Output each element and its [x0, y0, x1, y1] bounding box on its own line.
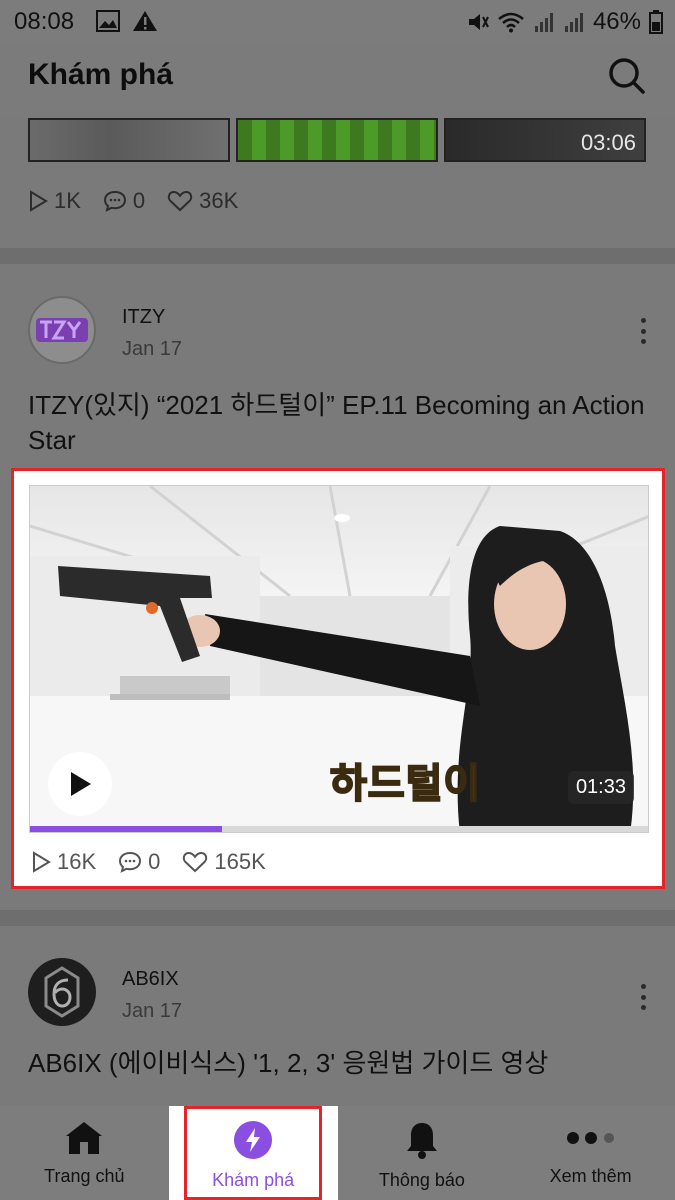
play-count: 16K: [57, 849, 97, 874]
post-card-ab6ix[interactable]: AB6IX Jan 17 AB6IX (에이비식스) '1, 2, 3' 응원법…: [0, 926, 675, 1106]
more-options-button[interactable]: [631, 980, 655, 1014]
video-stats: 16K 0 165K: [31, 849, 266, 875]
like-button[interactable]: 36K: [167, 188, 238, 214]
image-icon: [96, 10, 120, 32]
more-options-button[interactable]: [631, 314, 655, 348]
video-card-highlight[interactable]: 하드털이 01:33 16K 0 165K: [11, 468, 665, 889]
avatar[interactable]: [28, 296, 96, 364]
like-button[interactable]: 165K: [182, 849, 266, 875]
avatar[interactable]: [28, 958, 96, 1026]
divider: [0, 248, 675, 264]
heart-icon: [167, 190, 193, 212]
comment-icon: [103, 190, 126, 212]
search-button[interactable]: [607, 56, 647, 96]
bell-icon: [406, 1123, 437, 1159]
post-title[interactable]: AB6IX (에이비식스) '1, 2, 3' 응원법 가이드 영상: [28, 1046, 648, 1081]
nav-label: Khám phá: [212, 1170, 295, 1190]
explore-icon: [234, 1121, 273, 1159]
more-icon: [566, 1132, 614, 1144]
battery-icon: [649, 10, 663, 34]
ab6ix-logo-icon: [44, 966, 80, 1018]
video-duration: 01:33: [567, 771, 634, 804]
play-count-icon: [30, 190, 48, 212]
author-name[interactable]: ITZY: [122, 306, 165, 329]
nav-label: Xem thêm: [549, 1166, 632, 1186]
author-name[interactable]: AB6IX: [122, 968, 179, 991]
comment-icon: [119, 851, 142, 873]
video-duration: 03:06: [580, 130, 636, 155]
prev-post-card[interactable]: 03:06 1K 0 36K: [0, 118, 675, 248]
thumbnail[interactable]: 03:06: [444, 118, 646, 162]
itzy-logo-icon: [36, 318, 88, 342]
bottom-nav: Trang chủ Khám phá Thông báo Xem thêm: [0, 1106, 675, 1200]
wifi-icon: [498, 12, 524, 33]
play-button[interactable]: [48, 752, 112, 816]
post-date: Jan 17: [122, 338, 183, 360]
divider: [0, 910, 675, 926]
battery-level: 46%: [592, 8, 641, 35]
status-bar: 08:08 46%: [0, 0, 675, 46]
video-progress-fill: [30, 826, 222, 832]
comment-count: 0: [148, 849, 161, 874]
play-icon: [71, 772, 91, 796]
nav-home[interactable]: Trang chủ: [0, 1106, 169, 1200]
page-title: Khám phá: [28, 58, 174, 91]
thumbnail[interactable]: [28, 118, 230, 162]
heart-icon: [183, 851, 208, 873]
nav-label: Thông báo: [378, 1170, 465, 1190]
like-count: 165K: [214, 849, 266, 874]
post-date: Jan 17: [122, 1000, 183, 1022]
app-header: Khám phá: [0, 46, 675, 118]
like-count: 36K: [199, 188, 239, 213]
signal-icon: [534, 13, 553, 32]
signal-icon: [564, 13, 583, 32]
video-player[interactable]: 하드털이 01:33: [29, 485, 649, 833]
search-icon: [609, 58, 645, 94]
post-title[interactable]: ITZY(있지) “2021 하드털이” EP.11 Becoming an A…: [28, 388, 648, 458]
video-overlay-text: 하드털이: [329, 761, 482, 807]
comment-button[interactable]: 0: [103, 188, 145, 214]
play-count: 1K: [54, 188, 81, 213]
prev-post-thumbnails[interactable]: 03:06: [28, 118, 646, 166]
home-icon: [66, 1122, 103, 1154]
prev-post-stats: 1K 0 36K: [28, 188, 238, 214]
play-count-icon: [33, 851, 51, 873]
nav-explore[interactable]: Khám phá: [168, 1106, 338, 1200]
warning-icon: [133, 11, 157, 31]
nav-more[interactable]: Xem thêm: [506, 1106, 675, 1200]
video-progress-bar[interactable]: [30, 826, 648, 832]
thumbnail[interactable]: [236, 118, 438, 162]
nav-notifications[interactable]: Thông báo: [338, 1106, 507, 1200]
nav-label: Trang chủ: [44, 1166, 125, 1186]
comment-count: 0: [132, 188, 146, 213]
mute-icon: [468, 14, 489, 30]
comment-button[interactable]: 0: [118, 849, 160, 875]
status-time: 08:08: [14, 8, 75, 35]
